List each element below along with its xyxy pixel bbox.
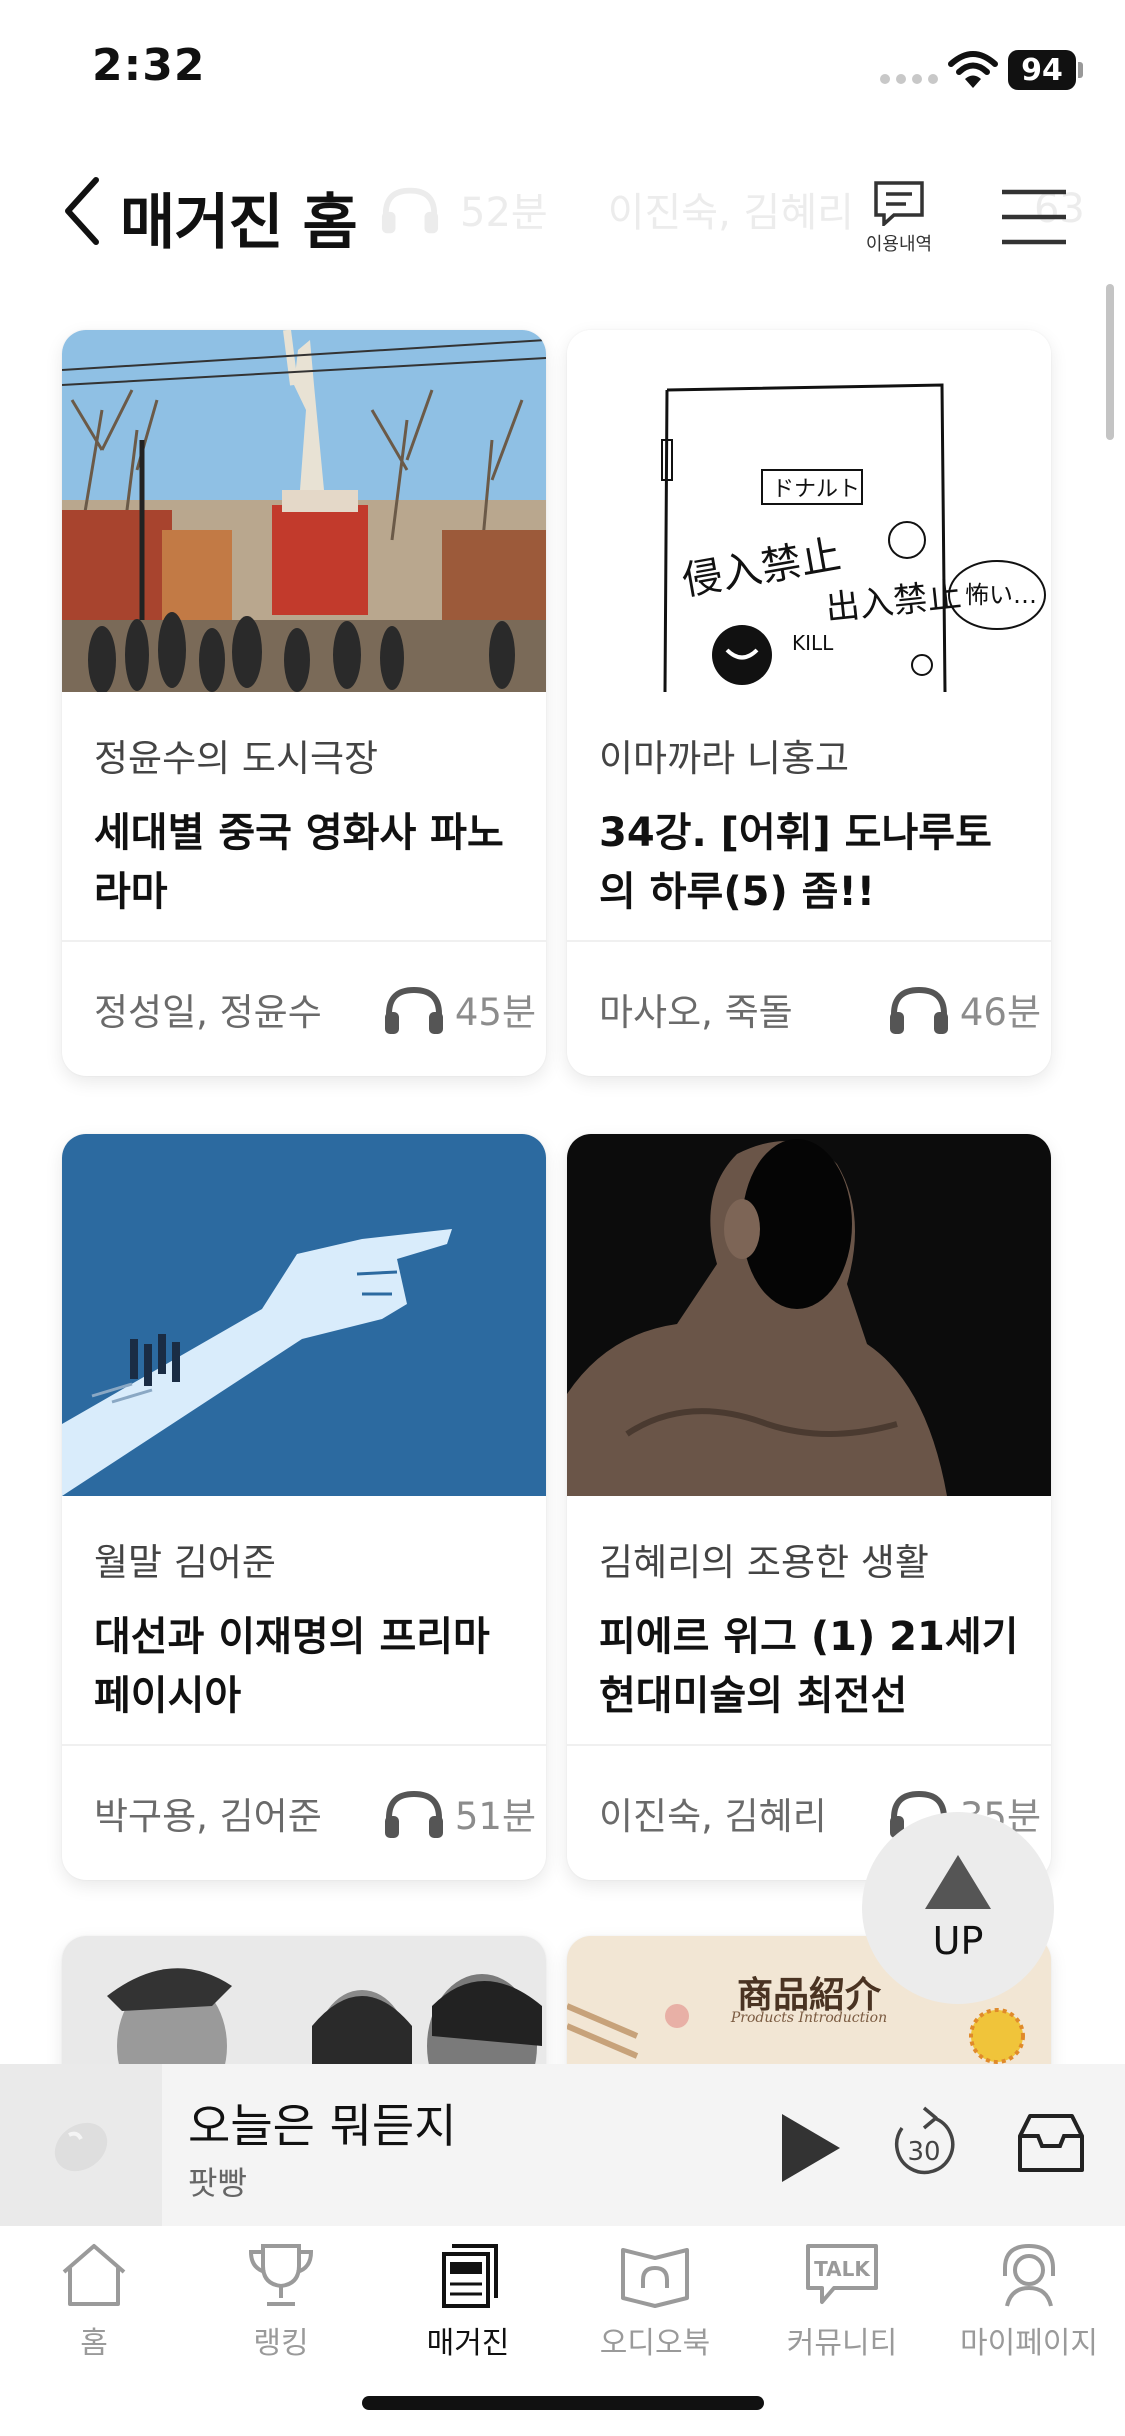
hamburger-menu-icon[interactable]	[1000, 188, 1068, 246]
wifi-icon	[948, 51, 998, 88]
tab-magazine[interactable]: 매거진	[374, 2240, 562, 2362]
audiobook-icon	[621, 2248, 689, 2308]
tab-home[interactable]: 홈	[0, 2240, 188, 2362]
house-icon	[62, 2244, 126, 2306]
tab-audiobook[interactable]: 오디오북	[561, 2240, 749, 2362]
card-series: 정윤수의 도시극장	[94, 737, 379, 780]
card-body: 정윤수의 도시극장 세대별 중국 영화사 파노라마	[62, 692, 546, 940]
svg-text:怖い…: 怖い…	[965, 581, 1037, 609]
home-indicator	[362, 2396, 764, 2410]
triangle-up-icon	[925, 1855, 991, 1909]
battery-tip	[1078, 62, 1083, 78]
card-footer: 정성일, 정윤수 45분	[62, 940, 546, 1076]
card-image-dark-figure	[567, 1134, 1051, 1496]
tab-label: 오디오북	[599, 2326, 711, 2361]
magazine-card[interactable]: 정윤수의 도시극장 세대별 중국 영화사 파노라마 정성일, 정윤수 45분	[62, 330, 546, 1076]
back-chevron-icon[interactable]	[58, 174, 106, 248]
tab-label: 마이페이지	[960, 2326, 1098, 2361]
tab-community[interactable]: TALK 커뮤니티	[748, 2240, 936, 2362]
card-body: 김혜리의 조용한 생활 피에르 위그 (1) 21세기 현대미술의 최전선	[567, 1496, 1051, 1744]
tab-label: 커뮤니티	[786, 2326, 898, 2361]
card-footer: 마사오, 죽돌 46분	[567, 940, 1051, 1076]
status-bar: 2:32 94	[0, 0, 1125, 140]
magazine-card[interactable]: 김혜리의 조용한 생활 피에르 위그 (1) 21세기 현대미술의 최전선 이진…	[567, 1134, 1051, 1880]
card-authors: 마사오, 죽돌	[599, 991, 793, 1034]
page-title: 매거진 홈	[120, 188, 358, 258]
battery-indicator: 94	[1008, 50, 1076, 90]
profile-headphones-icon	[1003, 2243, 1055, 2307]
card-body: 월말 김어준 대선과 이재명의 프리마 페이시아	[62, 1496, 546, 1744]
history-button[interactable]: 이용내역	[858, 180, 940, 260]
card-image-pointing-hand	[62, 1134, 546, 1496]
talk-bubble-icon: TALK	[806, 2244, 878, 2304]
behind-duration: 52분	[460, 190, 548, 236]
scroll-to-top-label: UP	[932, 1919, 984, 1963]
mini-player[interactable]: 오늘은 뭐듣지 팟빵 30	[0, 2064, 1125, 2226]
card-authors: 이진숙, 김혜리	[599, 1795, 827, 1838]
magazine-card[interactable]: ドナルト 侵入禁止 出入禁止 怖い… KILL 이마까라 니홍고 34강. [어…	[567, 330, 1051, 1076]
play-icon[interactable]	[774, 2110, 844, 2186]
svg-text:ドナルト: ドナルト	[772, 477, 860, 502]
scrolled-card-footer-behind: 52분 이진숙, 김혜리 63	[380, 180, 1085, 238]
scroll-to-top-button[interactable]: UP	[862, 1812, 1054, 2004]
card-image-door-doodle: ドナルト 侵入禁止 出入禁止 怖い… KILL	[567, 330, 1051, 692]
tab-mypage[interactable]: 마이페이지	[935, 2240, 1123, 2362]
card-title: 대선과 이재명의 프리마 페이시아	[94, 1614, 490, 1719]
card-image-statue-square	[62, 330, 546, 692]
svg-text:KILL: KILL	[792, 631, 834, 655]
history-list-icon	[874, 181, 924, 226]
tab-label: 홈	[80, 2326, 108, 2361]
card-duration-text: 51분	[454, 1795, 536, 1838]
skip-seconds: 30	[907, 2137, 940, 2167]
skip-forward-30-icon[interactable]: 30	[888, 2100, 960, 2186]
card-duration: 51분	[383, 1786, 536, 1840]
bean-icon	[54, 2122, 108, 2172]
app-header: 52분 이진숙, 김혜리 63 매거진 홈 이용내역	[0, 150, 1125, 280]
headphones-icon	[384, 1790, 443, 1838]
talk-badge-text: TALK	[814, 2257, 871, 2281]
card-series: 이마까라 니홍고	[599, 737, 850, 780]
status-time: 2:32	[92, 40, 206, 91]
card-duration: 45분	[383, 982, 536, 1036]
player-thumbnail	[0, 2064, 162, 2226]
magazine-icon	[442, 2244, 498, 2308]
tab-ranking[interactable]: 랭킹	[187, 2240, 375, 2362]
card-series: 월말 김어준	[94, 1541, 276, 1584]
card-title: 34강. [어휘] 도나루토의 하루(5) 좀!!	[599, 810, 992, 915]
tab-label: 랭킹	[253, 2326, 309, 2361]
player-title: 오늘은 뭐듣지	[188, 2099, 457, 2153]
card-footer: 박구용, 김어준 51분	[62, 1744, 546, 1880]
tab-label: 매거진	[426, 2326, 510, 2361]
history-label: 이용내역	[865, 234, 933, 255]
card-series: 김혜리의 조용한 생활	[599, 1541, 929, 1584]
behind-authors: 이진숙, 김혜리	[607, 190, 854, 236]
card-duration-text: 46분	[959, 991, 1041, 1034]
scrollbar[interactable]	[1106, 284, 1114, 440]
card-title: 세대별 중국 영화사 파노라마	[94, 810, 504, 915]
player-subtitle: 팟빵	[188, 2164, 247, 2202]
inbox-tray-icon[interactable]	[1016, 2112, 1086, 2174]
headphones-icon	[384, 986, 443, 1034]
headphones-icon	[889, 986, 948, 1034]
card-title: 피에르 위그 (1) 21세기 현대미술의 최전선	[599, 1614, 1019, 1719]
magazine-card[interactable]: 월말 김어준 대선과 이재명의 프리마 페이시아 박구용, 김어준 51분	[62, 1134, 546, 1880]
card-duration-text: 45분	[454, 991, 536, 1034]
card-authors: 박구용, 김어준	[94, 1795, 322, 1838]
card-authors: 정성일, 정윤수	[94, 991, 322, 1034]
card-body: 이마까라 니홍고 34강. [어휘] 도나루토의 하루(5) 좀!!	[567, 692, 1051, 940]
card-duration: 46분	[888, 982, 1041, 1036]
headphones-icon	[381, 187, 439, 234]
trophy-icon	[248, 2244, 314, 2306]
cellular-signal-icon	[880, 74, 938, 84]
poster-subtitle: Products Introduction	[730, 2010, 888, 2026]
